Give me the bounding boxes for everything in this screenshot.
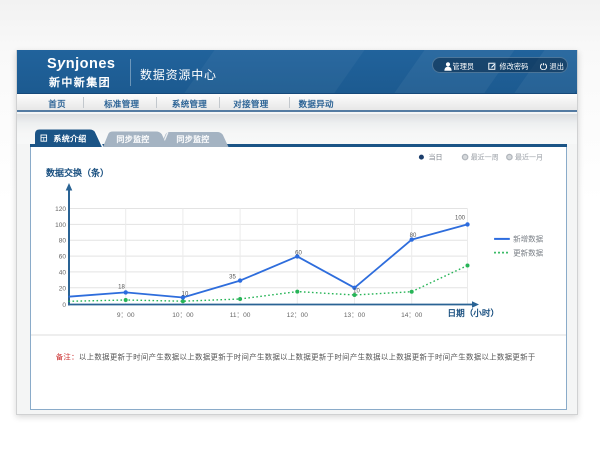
- svg-text:80: 80: [410, 233, 417, 239]
- svg-text:数据交换（条）: 数据交换（条）: [46, 167, 109, 178]
- svg-text:40: 40: [59, 269, 67, 276]
- svg-text:0: 0: [62, 302, 66, 309]
- svg-text:35: 35: [229, 274, 236, 280]
- svg-text:60: 60: [59, 254, 67, 261]
- svg-text:10：00: 10：00: [172, 312, 194, 319]
- svg-text:18: 18: [118, 284, 125, 290]
- svg-text:100: 100: [55, 222, 66, 229]
- svg-text:当日: 当日: [429, 153, 443, 162]
- svg-text:11：00: 11：00: [230, 312, 251, 319]
- svg-text:9：00: 9：00: [117, 312, 135, 319]
- svg-text:80: 80: [59, 238, 67, 245]
- svg-text:100: 100: [455, 216, 466, 222]
- svg-text:10: 10: [353, 289, 360, 295]
- svg-text:更新数据: 更新数据: [513, 247, 543, 257]
- svg-text:20: 20: [59, 285, 67, 292]
- svg-text:10: 10: [182, 291, 189, 297]
- svg-text:日期（小时）: 日期（小时）: [448, 307, 500, 318]
- svg-text:同步监控: 同步监控: [176, 134, 209, 144]
- svg-text:新增数据: 新增数据: [513, 234, 543, 244]
- svg-text:备注：以上数据更新于时间产生数据以上数据更新于时间产生数据以: 备注：以上数据更新于时间产生数据以上数据更新于时间产生数据以上数据更新于时间产生…: [56, 353, 536, 362]
- svg-text:最近一月: 最近一月: [515, 153, 543, 162]
- svg-text:系统介绍: 系统介绍: [53, 134, 86, 144]
- svg-text:14：00: 14：00: [401, 312, 423, 319]
- svg-text:60: 60: [295, 250, 302, 256]
- svg-text:12：00: 12：00: [287, 312, 309, 319]
- svg-text:13：00: 13：00: [344, 312, 366, 319]
- svg-text:120: 120: [55, 206, 66, 213]
- svg-text:同步监控: 同步监控: [116, 134, 149, 144]
- svg-text:最近一周: 最近一周: [471, 153, 499, 162]
